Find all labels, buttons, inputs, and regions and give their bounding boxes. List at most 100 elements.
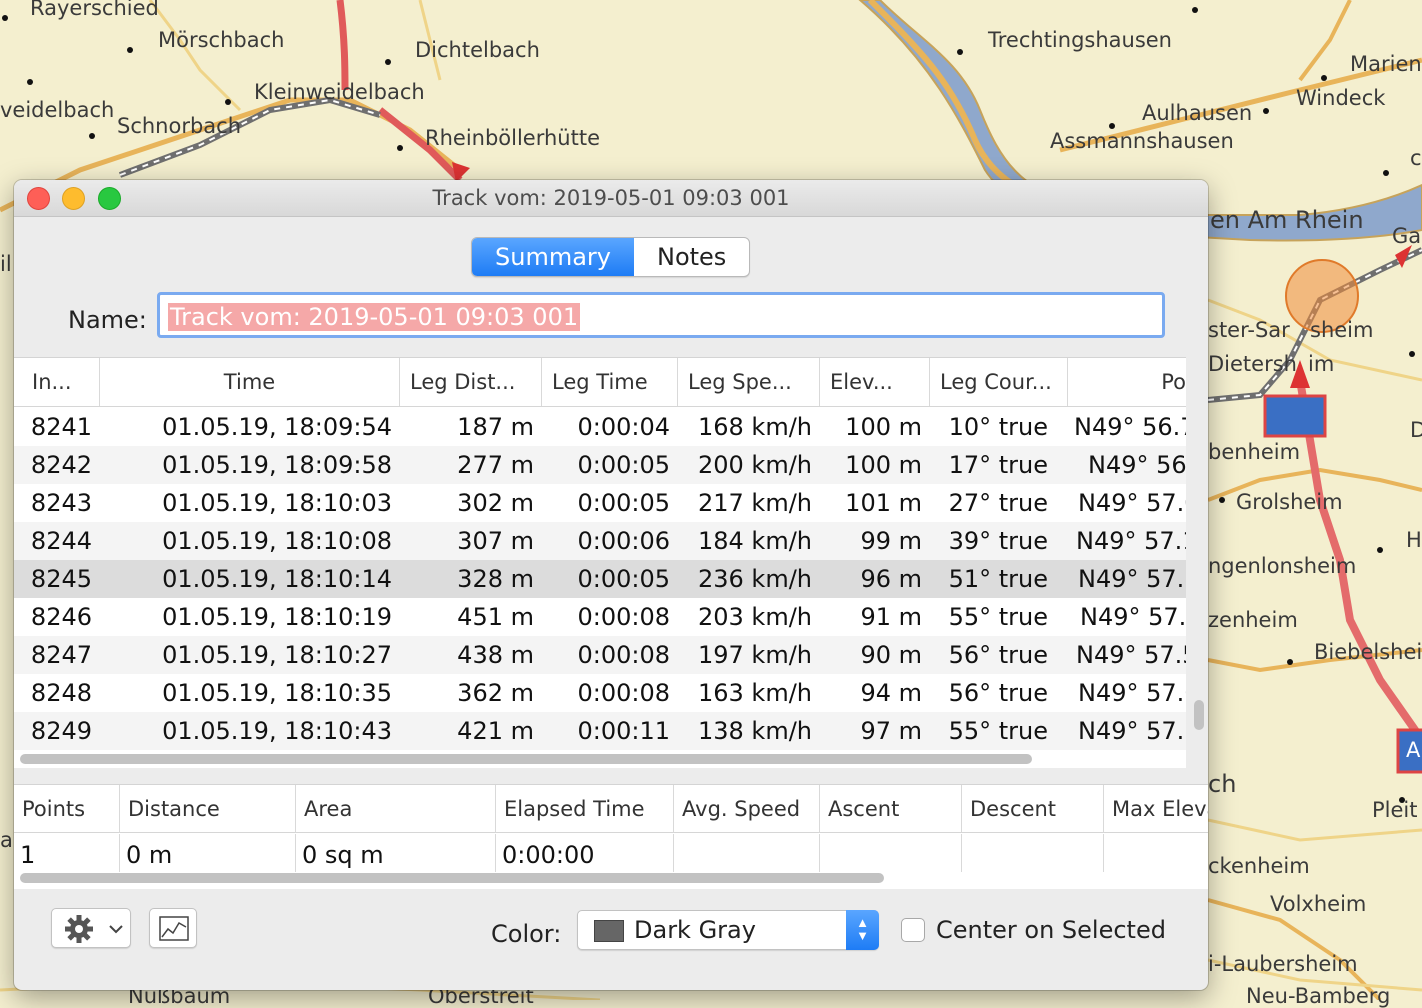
cell-leg-distance: 187 m xyxy=(457,413,534,441)
title-bar[interactable]: Track vom: 2019-05-01 09:03 001 xyxy=(14,180,1208,217)
table-row[interactable]: 8241 01.05.19, 18:09:54 187 m 0:00:04 16… xyxy=(14,408,1186,446)
graph-button[interactable] xyxy=(149,908,197,948)
cell-index: 8247 xyxy=(30,641,92,669)
table-row[interactable]: 8249 01.05.19, 18:10:43 421 m 0:00:11 13… xyxy=(14,712,1186,750)
color-popup[interactable]: Dark Gray ▲ ▼ xyxy=(577,910,879,950)
cell-leg-distance: 421 m xyxy=(457,717,534,745)
cell-leg-speed: 197 km/h xyxy=(697,641,812,669)
cell-index: 8243 xyxy=(30,489,92,517)
cell-leg-course: 27° true xyxy=(948,489,1048,517)
cell-leg-time: 0:00:06 xyxy=(577,527,670,555)
summary-header-ascent[interactable]: Ascent xyxy=(820,785,962,833)
table-row[interactable]: 8248 01.05.19, 18:10:35 362 m 0:00:08 16… xyxy=(14,674,1186,712)
summary-header-max-elevation[interactable]: Max Eleva xyxy=(1104,785,1208,833)
track-window: Track vom: 2019-05-01 09:03 001 Summary … xyxy=(14,180,1208,990)
action-menu-button[interactable] xyxy=(51,908,131,948)
summary-header-points[interactable]: Points xyxy=(14,785,120,833)
cell-time: 01.05.19, 18:10:19 xyxy=(162,603,392,631)
summary-value-ascent xyxy=(820,834,962,872)
cell-leg-distance: 328 m xyxy=(457,565,534,593)
name-value: Track vom: 2019-05-01 09:03 001 xyxy=(168,303,581,331)
name-field[interactable]: Track vom: 2019-05-01 09:03 001 xyxy=(157,292,1165,338)
cell-leg-speed: 163 km/h xyxy=(697,679,812,707)
column-header-elevation[interactable]: Elev... xyxy=(820,358,930,406)
tab-summary[interactable]: Summary xyxy=(472,238,634,276)
cell-leg-course: 39° true xyxy=(948,527,1048,555)
cell-position: N49° 57. xyxy=(1080,603,1186,631)
summary-value-max-elevation xyxy=(1104,834,1208,872)
map-label: Mörschbach xyxy=(158,28,285,52)
table-row[interactable]: 8243 01.05.19, 18:10:03 302 m 0:00:05 21… xyxy=(14,484,1186,522)
cell-leg-time: 0:00:08 xyxy=(577,641,670,669)
cell-position: N49° 56 xyxy=(1088,451,1186,479)
color-swatch xyxy=(594,920,624,942)
column-header-position[interactable]: Po xyxy=(1068,358,1186,406)
cell-leg-speed: 217 km/h xyxy=(697,489,812,517)
column-header-time[interactable]: Time xyxy=(100,358,400,406)
cell-position: N49° 57.7 xyxy=(1078,717,1186,745)
map-label: Biebelshei xyxy=(1314,640,1422,664)
table-row[interactable]: 8244 01.05.19, 18:10:08 307 m 0:00:06 18… xyxy=(14,522,1186,560)
table-header: In... Time Leg Dist... Leg Time Leg Spe.… xyxy=(14,358,1186,407)
summary-header-area[interactable]: Area xyxy=(296,785,496,833)
map-label: c xyxy=(1410,146,1422,170)
map-label: en Am Rhein xyxy=(1210,206,1364,234)
cell-elevation: 97 m xyxy=(860,717,922,745)
cell-time: 01.05.19, 18:09:54 xyxy=(162,413,392,441)
table-row[interactable]: 8242 01.05.19, 18:09:58 277 m 0:00:05 20… xyxy=(14,446,1186,484)
track-points-table[interactable]: In... Time Leg Dist... Leg Time Leg Spe.… xyxy=(14,357,1186,768)
summary-table[interactable]: Points Distance Area Elapsed Time Avg. S… xyxy=(14,784,1208,889)
map-label: ckenheim xyxy=(1208,854,1310,878)
cell-index: 8241 xyxy=(30,413,92,441)
summary-horizontal-scrollbar[interactable] xyxy=(20,873,884,883)
cell-leg-course: 56° true xyxy=(948,679,1048,707)
table-row[interactable]: 8246 01.05.19, 18:10:19 451 m 0:00:08 20… xyxy=(14,598,1186,636)
summary-header-descent[interactable]: Descent xyxy=(962,785,1104,833)
summary-value-area: 0 sq m xyxy=(296,834,496,872)
map-label: a xyxy=(0,828,13,852)
table-row-selected[interactable]: 8245 01.05.19, 18:10:14 328 m 0:00:05 23… xyxy=(14,560,1186,598)
horizontal-scrollbar[interactable] xyxy=(20,754,1032,764)
table-row[interactable]: 8247 01.05.19, 18:10:27 438 m 0:00:08 19… xyxy=(14,636,1186,674)
center-on-selected-checkbox[interactable] xyxy=(901,918,925,942)
map-label: Neu-Bamberg xyxy=(1246,984,1391,1008)
cell-leg-distance: 451 m xyxy=(457,603,534,631)
cell-leg-speed: 200 km/h xyxy=(697,451,812,479)
map-label: i-Laubersheim xyxy=(1208,952,1358,976)
summary-header-avg-speed[interactable]: Avg. Speed xyxy=(674,785,820,833)
summary-value-avg-speed xyxy=(674,834,820,872)
summary-value-points: 1 xyxy=(14,834,120,872)
summary-value-elapsed-time: 0:00:00 xyxy=(496,834,674,872)
column-header-leg-course[interactable]: Leg Cour... xyxy=(930,358,1068,406)
column-header-leg-speed[interactable]: Leg Spe... xyxy=(678,358,820,406)
map-label: Trechtingshausen xyxy=(988,28,1172,52)
cell-leg-distance: 307 m xyxy=(457,527,534,555)
color-label: Color: xyxy=(491,920,562,948)
chevron-down-icon xyxy=(109,925,123,934)
column-header-leg-time[interactable]: Leg Time xyxy=(542,358,678,406)
cell-position: N49° 57.6 xyxy=(1078,679,1186,707)
map-label: Dietersh xyxy=(1208,352,1297,376)
summary-header-distance[interactable]: Distance xyxy=(120,785,296,833)
column-header-leg-distance[interactable]: Leg Dist... xyxy=(400,358,542,406)
map-label: Volxheim xyxy=(1270,892,1367,916)
name-label: Name: xyxy=(68,306,147,334)
map-label: ster-Sar xyxy=(1208,318,1290,342)
cell-leg-course: 55° true xyxy=(948,717,1048,745)
map-label: Grolsheim xyxy=(1236,490,1343,514)
tab-notes[interactable]: Notes xyxy=(634,238,749,276)
map-label: Rayerschied xyxy=(30,0,159,20)
cell-leg-distance: 438 m xyxy=(457,641,534,669)
summary-header-elapsed-time[interactable]: Elapsed Time xyxy=(496,785,674,833)
column-header-index[interactable]: In... xyxy=(14,358,100,406)
graph-icon xyxy=(159,916,189,941)
window-title: Track vom: 2019-05-01 09:03 001 xyxy=(432,186,790,210)
cell-leg-distance: 302 m xyxy=(457,489,534,517)
cell-elevation: 99 m xyxy=(860,527,922,555)
cell-position: N49° 57.0 xyxy=(1078,489,1186,517)
vertical-scrollbar[interactable] xyxy=(1194,700,1204,730)
cell-leg-time: 0:00:05 xyxy=(577,565,670,593)
cell-elevation: 101 m xyxy=(845,489,922,517)
center-on-selected-label[interactable]: Center on Selected xyxy=(936,916,1166,944)
cell-index: 8245 xyxy=(30,565,92,593)
